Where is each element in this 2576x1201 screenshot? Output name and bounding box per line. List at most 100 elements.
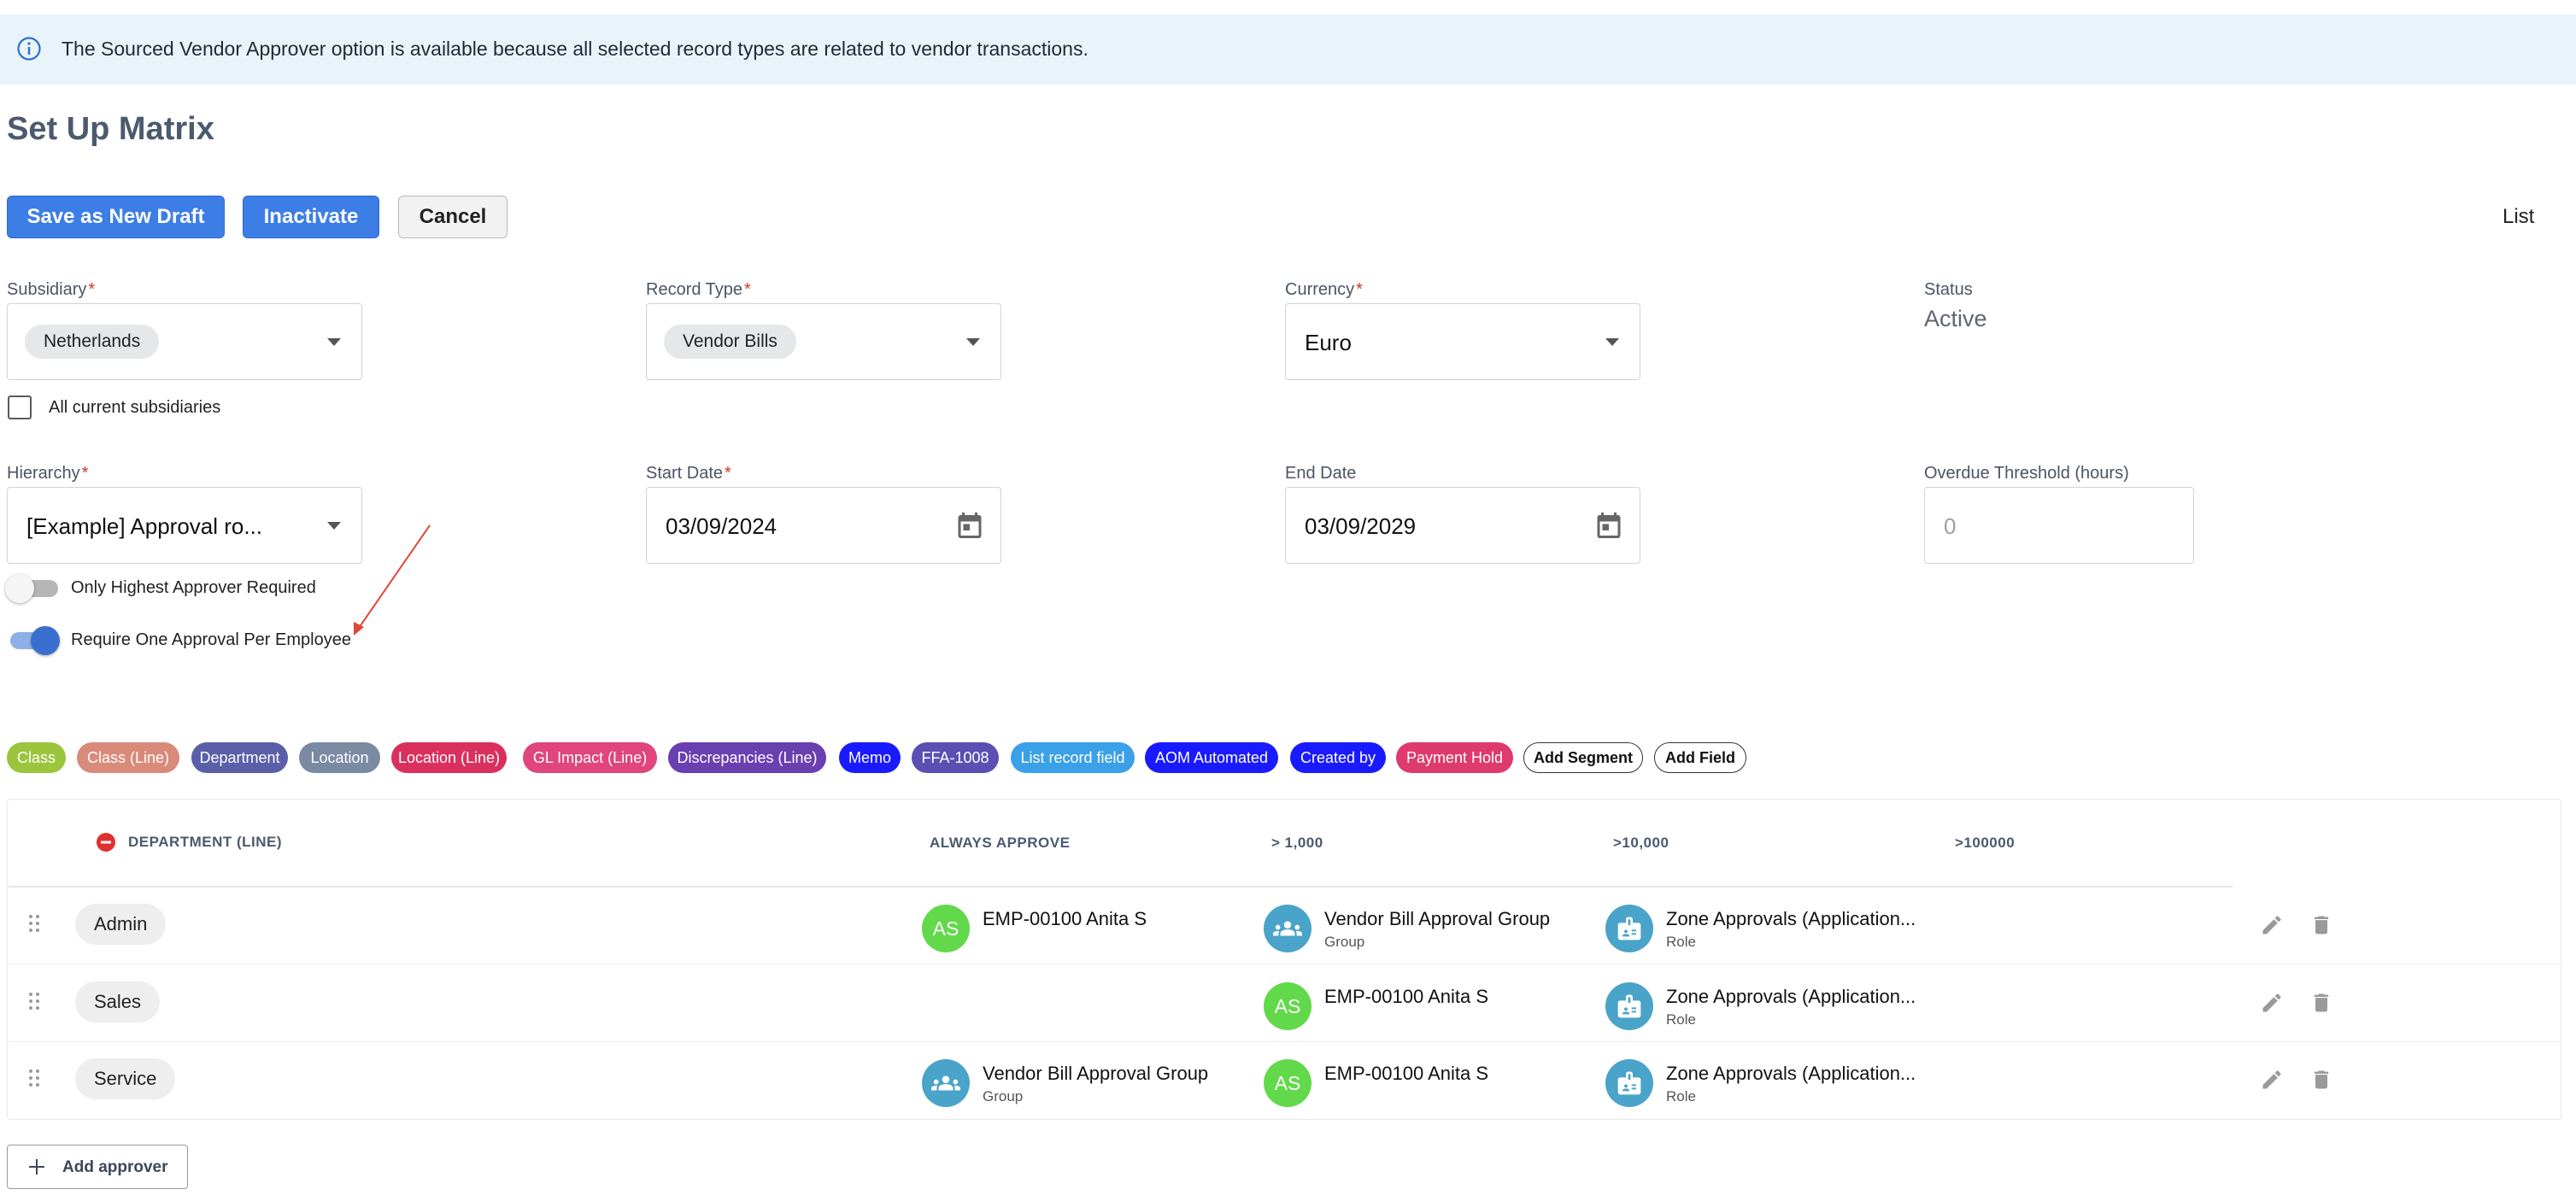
avatar: AS: [1264, 1059, 1311, 1107]
segment-memo[interactable]: Memo: [839, 742, 901, 773]
overdue-threshold-placeholder: 0: [1944, 513, 1957, 539]
approver-name: EMP-00100 Anita S: [983, 908, 1147, 929]
segment-department[interactable]: Department: [191, 742, 288, 773]
header-always-approve[interactable]: ALWAYS APPROVE: [930, 835, 1070, 852]
end-date-label: End Date: [1285, 464, 1357, 483]
currency-value: Euro: [1305, 330, 1352, 355]
save-as-new-draft-button[interactable]: Save as New Draft: [7, 196, 225, 238]
start-date-value: 03/09/2024: [666, 513, 777, 539]
start-date-label: Start Date *: [646, 464, 731, 483]
role-icon: [1605, 905, 1653, 952]
only-highest-approver-label: Only Highest Approver Required: [71, 578, 316, 597]
header-gt-10000[interactable]: >10,000: [1613, 835, 1669, 852]
drag-handle-icon[interactable]: [27, 991, 41, 1011]
approver-name: Vendor Bill Approval Group: [983, 1063, 1209, 1084]
annotation-arrow: [354, 524, 431, 636]
avatar: AS: [1264, 982, 1311, 1030]
overdue-threshold-input[interactable]: 0: [1924, 487, 2194, 564]
plus-icon: [29, 1159, 44, 1175]
subsidiary-chip: Netherlands: [25, 325, 160, 359]
one-approval-per-employee-label: Require One Approval Per Employee: [71, 630, 351, 649]
drag-handle-icon[interactable]: [27, 1068, 41, 1088]
segment-location[interactable]: Location: [299, 742, 380, 773]
delete-icon[interactable]: [2309, 1068, 2333, 1092]
approver-type: Role: [1666, 1088, 1696, 1104]
end-date-value: 03/09/2029: [1305, 513, 1417, 539]
all-subsidiaries-checkbox[interactable]: [8, 395, 32, 419]
row-divider: [9, 1041, 2560, 1042]
info-banner: The Sourced Vendor Approver option is av…: [0, 15, 2576, 85]
group-icon: [1264, 905, 1311, 952]
record-type-select[interactable]: Vendor Bills: [646, 303, 1001, 380]
row-department-sales: Sales: [75, 981, 161, 1022]
drag-handle-icon[interactable]: [27, 913, 41, 934]
chevron-down-icon: [327, 522, 341, 530]
segment-payment-hold[interactable]: Payment Hold: [1396, 742, 1513, 773]
approver-name: Zone Approvals (Application...: [1666, 908, 1916, 929]
role-icon: [1605, 1059, 1653, 1107]
chevron-down-icon: [327, 338, 341, 346]
approver-type: Group: [1324, 934, 1365, 950]
banner-text: The Sourced Vendor Approver option is av…: [62, 38, 1088, 60]
approver-name: EMP-00100 Anita S: [1324, 1063, 1489, 1084]
delete-icon[interactable]: [2309, 913, 2333, 937]
add-field-button[interactable]: Add Field: [1654, 742, 1746, 773]
segment-class[interactable]: Class: [7, 742, 66, 773]
segment-gl-impact-line[interactable]: GL Impact (Line): [523, 742, 657, 773]
subsidiary-label: Subsidiary *: [7, 280, 96, 299]
segment-discrepancies-line[interactable]: Discrepancies (Line): [668, 742, 826, 773]
approver-type: Role: [1666, 934, 1696, 950]
edit-icon[interactable]: [2260, 913, 2284, 937]
segment-location-line[interactable]: Location (Line): [391, 742, 507, 773]
segment-aom-automated[interactable]: AOM Automated: [1145, 742, 1278, 773]
add-segment-button[interactable]: Add Segment: [1523, 742, 1643, 773]
approver-type: Role: [1666, 1011, 1696, 1028]
hierarchy-select[interactable]: [Example] Approval ro...: [7, 487, 362, 564]
edit-icon[interactable]: [2260, 1068, 2284, 1092]
record-type-label: Record Type *: [646, 280, 751, 299]
hierarchy-value: [Example] Approval ro...: [26, 513, 263, 539]
info-icon: [17, 37, 41, 61]
chevron-down-icon: [1605, 338, 1619, 346]
remove-column-icon[interactable]: [96, 832, 116, 852]
calendar-icon[interactable]: [1593, 510, 1624, 541]
approver-type: Group: [983, 1088, 1024, 1104]
approver-name: Zone Approvals (Application...: [1666, 1063, 1916, 1084]
segment-created-by[interactable]: Created by: [1290, 742, 1386, 773]
one-approval-per-employee-toggle[interactable]: [5, 626, 60, 655]
only-highest-approver-toggle[interactable]: [5, 574, 58, 603]
header-gt-100000[interactable]: >100000: [1955, 835, 2015, 852]
segment-class-line[interactable]: Class (Line): [77, 742, 179, 773]
list-link[interactable]: List: [2503, 205, 2534, 229]
add-approver-button[interactable]: Add approver: [7, 1145, 188, 1189]
approver-name: EMP-00100 Anita S: [1324, 986, 1489, 1007]
inactivate-button[interactable]: Inactivate: [243, 196, 379, 238]
avatar: AS: [922, 905, 970, 952]
cancel-button[interactable]: Cancel: [398, 196, 508, 238]
page-title: Set Up Matrix: [7, 111, 214, 147]
header-divider: [9, 886, 2233, 888]
header-department-line[interactable]: DEPARTMENT (LINE): [128, 834, 282, 851]
segment-list-record-field[interactable]: List record field: [1011, 742, 1135, 773]
all-subsidiaries-label: All current subsidiaries: [49, 398, 221, 417]
currency-select[interactable]: Euro: [1285, 303, 1640, 380]
approver-name: Zone Approvals (Application...: [1666, 986, 1916, 1007]
status-label: Status: [1924, 280, 1973, 299]
row-department-service: Service: [75, 1058, 176, 1099]
delete-icon[interactable]: [2309, 991, 2333, 1015]
overdue-threshold-label: Overdue Threshold (hours): [1924, 464, 2129, 483]
segment-ffa-1008[interactable]: FFA-1008: [912, 742, 999, 773]
currency-label: Currency *: [1285, 280, 1363, 299]
record-type-chip: Vendor Bills: [664, 325, 796, 359]
header-gt-1000[interactable]: > 1,000: [1271, 835, 1323, 852]
add-approver-label: Add approver: [62, 1158, 168, 1176]
calendar-icon[interactable]: [954, 510, 985, 541]
hierarchy-label: Hierarchy *: [7, 464, 89, 483]
edit-icon[interactable]: [2260, 991, 2284, 1015]
row-department-admin: Admin: [75, 904, 167, 945]
end-date-field[interactable]: 03/09/2029: [1285, 487, 1640, 564]
approver-name: Vendor Bill Approval Group: [1324, 908, 1551, 929]
subsidiary-select[interactable]: Netherlands: [7, 303, 362, 380]
start-date-field[interactable]: 03/09/2024: [646, 487, 1001, 564]
status-value: Active: [1924, 306, 1987, 331]
